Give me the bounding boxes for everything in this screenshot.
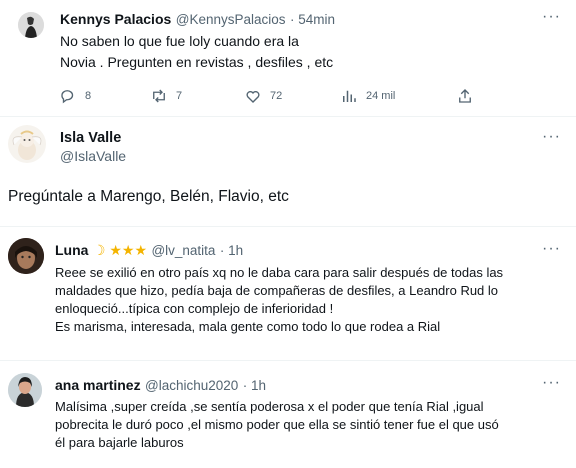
reply-text-line: Es marisma, interesada, mala gente como …: [55, 319, 441, 334]
timestamp[interactable]: · 1h: [220, 243, 243, 258]
avatar[interactable]: [8, 238, 44, 274]
views-chart-icon: [343, 90, 356, 102]
retweet-count: 7: [176, 90, 183, 102]
view-count: 24 mil: [366, 90, 396, 102]
divider: [0, 360, 576, 361]
author-name[interactable]: ana martinez: [55, 377, 141, 393]
profile-text: Pregúntale a Marengo, Belén, Flavio, etc: [8, 188, 289, 205]
views-button[interactable]: 24 mil: [340, 87, 395, 105]
reply-text-line: Reee se exilió en otro país xq no le dab…: [55, 265, 504, 280]
profile-name[interactable]: Isla Valle: [60, 130, 121, 146]
avatar[interactable]: [8, 125, 46, 163]
reply-text-line: pobrecita le duró poco ,el mismo poder q…: [55, 417, 499, 432]
more-options-icon[interactable]: ···: [542, 128, 561, 146]
reply-text-line: enloqueció...típica con complejo de infe…: [55, 301, 334, 316]
tweet-text-line: No saben lo que fue loly cuando era la: [60, 33, 299, 49]
name-emoji-stars: ☽ ★★★: [92, 242, 147, 258]
author-handle[interactable]: @lv_natita: [151, 243, 215, 258]
retweet-icon: [153, 89, 165, 103]
author-name[interactable]: Kennys Palacios: [60, 11, 171, 27]
reply-icon: [61, 90, 74, 104]
like-count: 72: [270, 90, 283, 102]
divider: [0, 226, 576, 227]
reply-text-line: Malísima ,super creída ,se sentía podero…: [55, 399, 484, 414]
avatar[interactable]: [8, 373, 42, 407]
profile-handle[interactable]: @IslaValle: [60, 148, 126, 164]
more-options-icon[interactable]: ···: [542, 8, 561, 26]
share-icon: [459, 89, 471, 103]
more-options-icon[interactable]: ···: [542, 240, 561, 258]
author-handle[interactable]: @lachichu2020: [145, 378, 238, 393]
retweet-button[interactable]: 7: [150, 87, 182, 105]
avatar[interactable]: [18, 12, 44, 38]
reply-button[interactable]: 8: [59, 87, 91, 105]
heart-icon: [246, 90, 260, 103]
reply-text-line: maldades que hizo, pedía baja de compañe…: [55, 283, 499, 298]
more-options-icon[interactable]: ···: [542, 374, 561, 392]
timestamp[interactable]: · 54min: [290, 12, 335, 27]
author-handle[interactable]: @KennysPalacios: [176, 12, 286, 27]
tweet-text-line: Novia . Pregunten en revistas , desfiles…: [60, 54, 334, 70]
author-name[interactable]: Luna: [55, 242, 88, 258]
divider: [0, 116, 576, 117]
like-button[interactable]: 72: [244, 87, 282, 105]
reply-count: 8: [85, 90, 92, 102]
reply-text-line: él para bajarle laburos: [55, 435, 184, 450]
share-button[interactable]: [456, 87, 474, 105]
timestamp[interactable]: · 1h: [243, 378, 266, 393]
